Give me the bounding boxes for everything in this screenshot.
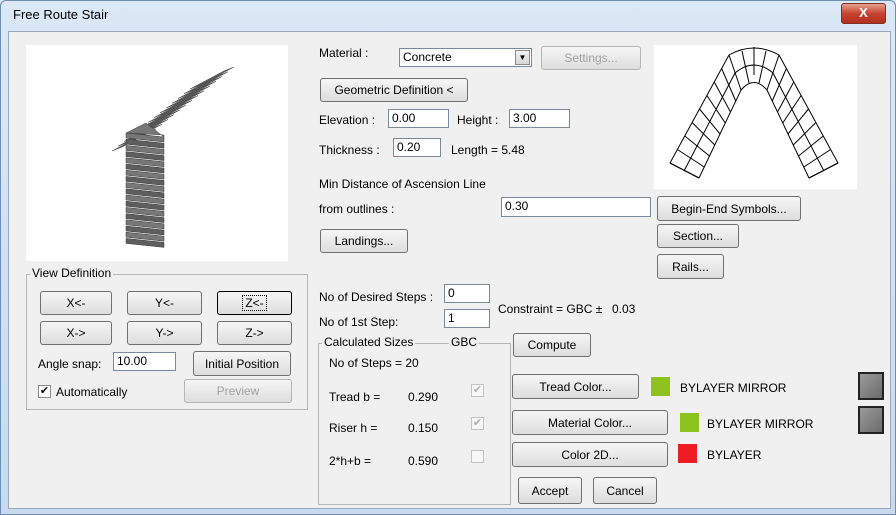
angle-snap-input[interactable]: 10.00 xyxy=(113,352,176,371)
material-color-text: BYLAYER MIRROR xyxy=(707,417,814,431)
section-button[interactable]: Section... xyxy=(657,224,739,248)
height-label: Height : xyxy=(457,113,499,127)
constraint-value: 0.03 xyxy=(612,302,636,316)
material-label: Material : xyxy=(319,46,369,60)
formula-value: 0.590 xyxy=(408,454,439,468)
no-of-steps-text: No of Steps = 20 xyxy=(329,356,419,370)
stair-3d-preview xyxy=(26,45,288,261)
from-outlines-label: from outlines : xyxy=(319,202,395,216)
calculated-sizes-title: Calculated Sizes xyxy=(322,335,416,349)
gbc-label: GBC xyxy=(449,335,480,349)
window-title: Free Route Stair xyxy=(13,7,109,22)
y-minus-button[interactable]: Y<- xyxy=(127,291,202,315)
settings-button[interactable]: Settings... xyxy=(541,46,641,70)
accept-button[interactable]: Accept xyxy=(518,477,582,504)
first-step-label: No of 1st Step: xyxy=(319,315,399,329)
material-preview[interactable] xyxy=(858,406,884,434)
tread-checkbox[interactable]: ✔ xyxy=(471,384,484,397)
compute-button[interactable]: Compute xyxy=(513,333,591,357)
thickness-label: Thickness : xyxy=(319,143,380,157)
angle-snap-label: Angle snap: xyxy=(38,357,102,371)
chevron-down-icon[interactable]: ▼ xyxy=(515,50,530,65)
x-plus-button[interactable]: X-> xyxy=(40,321,112,345)
y-plus-button[interactable]: Y-> xyxy=(127,321,202,345)
tread-value: 0.290 xyxy=(408,390,439,404)
stair-3d-image xyxy=(111,66,235,248)
material-select[interactable]: Concrete ▼ xyxy=(399,48,532,67)
automatically-checkbox[interactable]: ✔ xyxy=(38,385,51,398)
thickness-input[interactable]: 0.20 xyxy=(393,138,441,157)
title-bar: Free Route Stair X xyxy=(1,1,895,29)
tread-color-swatch xyxy=(651,377,670,396)
z-plus-button[interactable]: Z-> xyxy=(217,321,292,345)
color-2d-swatch xyxy=(678,444,697,463)
formula-label: 2*h+b = xyxy=(329,454,372,468)
material-value: Concrete xyxy=(403,50,452,64)
geometric-definition-button[interactable]: Geometric Definition < xyxy=(320,78,468,102)
min-distance-input[interactable]: 0.30 xyxy=(501,197,651,217)
first-step-input[interactable]: 1 xyxy=(444,309,490,328)
riser-value: 0.150 xyxy=(408,421,439,435)
color-2d-text: BYLAYER xyxy=(707,448,762,462)
elevation-label: Elevation : xyxy=(319,113,376,127)
desired-steps-input[interactable]: 0 xyxy=(444,284,490,303)
close-button[interactable]: X xyxy=(841,3,886,24)
material-color-button[interactable]: Material Color... xyxy=(512,410,668,435)
min-distance-label: Min Distance of Ascension Line xyxy=(319,177,486,191)
stair-2d-preview xyxy=(654,45,857,189)
stair-plan-image xyxy=(669,47,839,179)
begin-end-symbols-button[interactable]: Begin-End Symbols... xyxy=(657,196,801,221)
z-minus-button[interactable]: Z<- xyxy=(217,291,292,315)
rails-button[interactable]: Rails... xyxy=(657,254,724,279)
height-input[interactable]: 3.00 xyxy=(509,109,570,128)
desired-steps-label: No of Desired Steps : xyxy=(319,290,434,304)
cancel-button[interactable]: Cancel xyxy=(593,477,657,504)
length-text: Length = 5.48 xyxy=(451,143,525,157)
automatically-label: Automatically xyxy=(56,385,128,399)
view-definition-title: View Definition xyxy=(30,266,114,280)
preview-button[interactable]: Preview xyxy=(184,379,292,403)
color-2d-button[interactable]: Color 2D... xyxy=(512,442,668,467)
tread-color-button[interactable]: Tread Color... xyxy=(512,374,639,399)
constraint-label: Constraint = GBC ± xyxy=(498,302,603,316)
riser-checkbox[interactable]: ✔ xyxy=(471,417,484,430)
initial-position-button[interactable]: Initial Position xyxy=(193,351,291,376)
x-minus-button[interactable]: X<- xyxy=(40,291,112,315)
elevation-input[interactable]: 0.00 xyxy=(388,109,449,128)
riser-label: Riser h = xyxy=(329,421,378,435)
formula-checkbox[interactable] xyxy=(471,450,484,463)
tread-color-text: BYLAYER MIRROR xyxy=(680,381,787,395)
dialog-window: Free Route Stair X View Definition X<- Y… xyxy=(0,0,896,515)
tread-label: Tread b = xyxy=(329,390,381,404)
landings-button[interactable]: Landings... xyxy=(320,229,408,253)
tread-material-preview[interactable] xyxy=(858,372,884,400)
dialog-client: View Definition X<- Y<- Z<- X-> Y-> Z-> … xyxy=(8,31,891,509)
material-color-swatch xyxy=(680,413,699,432)
